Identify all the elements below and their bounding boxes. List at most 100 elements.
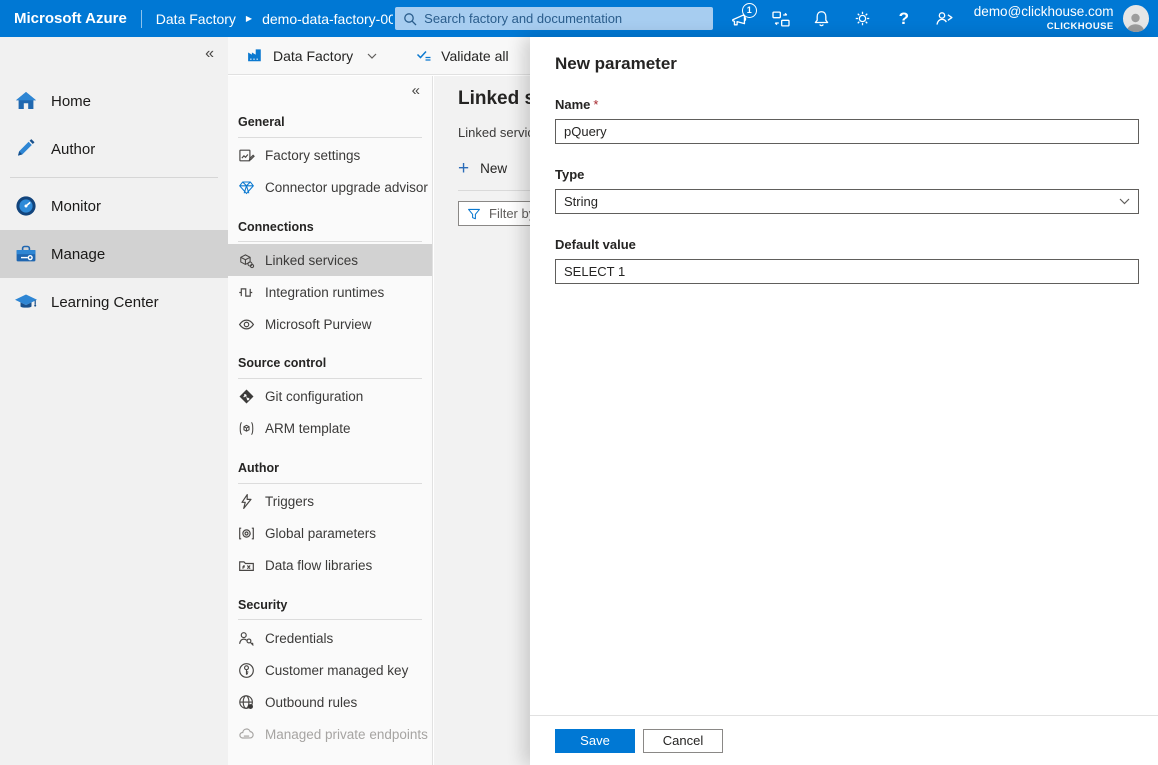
section-author: Author Triggers Global parameters Data f… (228, 457, 432, 582)
manage-nav-collapse-icon[interactable]: « (228, 76, 432, 99)
nav-item-label: Outbound rules (265, 695, 357, 710)
global-search-box[interactable] (395, 7, 713, 30)
data-flow-fx-icon (238, 557, 255, 574)
lightning-icon (238, 493, 255, 510)
nav-item-customer-managed-key[interactable]: Customer managed key (228, 654, 432, 686)
sidebar-item-home[interactable]: Home (0, 77, 228, 125)
section-header: Author (228, 457, 403, 483)
factory-selector-label: Data Factory (273, 48, 353, 64)
nav-item-label: Git configuration (265, 389, 363, 404)
nav-item-microsoft-purview[interactable]: Microsoft Purview (228, 308, 432, 340)
sidebar-item-label: Home (51, 93, 91, 110)
breadcrumb-chevron-icon: ▶ (246, 15, 252, 23)
name-label-text: Name (555, 97, 590, 112)
type-field-label: Type (555, 167, 1139, 182)
managed-key-icon (238, 662, 255, 679)
cancel-button[interactable]: Cancel (643, 729, 723, 753)
account-email: demo@clickhouse.com (974, 4, 1114, 21)
switch-view-icon (771, 9, 791, 29)
breadcrumb-factory-name[interactable]: demo-data-factory-00 (262, 11, 393, 27)
toolbox-icon (14, 242, 38, 266)
announcements-button[interactable]: 1 (729, 8, 751, 30)
sidebar-collapse-icon[interactable]: « (0, 37, 228, 65)
nav-item-integration-runtimes[interactable]: Integration runtimes (228, 276, 432, 308)
nav-item-label: ARM template (265, 421, 351, 436)
nav-item-factory-settings[interactable]: Factory settings (228, 140, 432, 172)
new-parameter-panel: New parameter Name* Type String Default … (530, 37, 1158, 765)
validate-all-button[interactable]: Validate all (415, 47, 508, 65)
section-header: Security (228, 594, 403, 620)
arm-template-icon (238, 420, 255, 437)
nav-item-arm-template[interactable]: ARM template (228, 413, 432, 445)
topbar-icons: 1 ? (729, 8, 956, 30)
nav-item-data-flow-libraries[interactable]: Data flow libraries (228, 550, 432, 582)
nav-item-outbound-rules[interactable]: Outbound rules (228, 686, 432, 718)
nav-item-triggers[interactable]: Triggers (228, 486, 432, 518)
factory-settings-icon (238, 147, 255, 164)
nav-item-connector-upgrade-advisor[interactable]: Connector upgrade advisor (228, 172, 432, 204)
sidebar-item-label: Manage (51, 246, 105, 263)
bell-icon (812, 9, 831, 28)
nav-item-label: Microsoft Purview (265, 317, 372, 332)
feedback-person-icon (935, 9, 955, 29)
nav-item-label: Customer managed key (265, 663, 408, 678)
nav-item-label: Global parameters (265, 526, 376, 541)
manage-nav: « General Factory settings Connector upg… (228, 76, 433, 765)
sidebar-item-label: Author (51, 141, 95, 158)
nav-item-managed-private-endpoints[interactable]: Managed private endpoints (228, 718, 432, 750)
nav-item-global-parameters[interactable]: Global parameters (228, 518, 432, 550)
global-parameters-icon (238, 525, 255, 542)
name-field[interactable] (555, 119, 1139, 144)
section-header: General (228, 111, 403, 137)
panel-footer: Save Cancel (530, 715, 1158, 765)
section-security: Security Credentials Customer managed ke… (228, 594, 432, 751)
sidebar-item-label: Monitor (51, 198, 101, 215)
breadcrumb-app[interactable]: Data Factory (156, 11, 236, 27)
help-button[interactable]: ? (893, 8, 915, 30)
avatar[interactable] (1123, 5, 1149, 32)
microsoft-azure-logo[interactable]: Microsoft Azure (0, 10, 127, 27)
section-general: General Factory settings Connector upgra… (228, 111, 432, 204)
nav-item-git-configuration[interactable]: Git configuration (228, 381, 432, 413)
nav-item-label: Triggers (265, 494, 314, 509)
integration-runtimes-icon (238, 284, 255, 301)
nav-item-label: Connector upgrade advisor (265, 180, 428, 195)
globe-icon (238, 694, 255, 711)
sidebar-item-label: Learning Center (51, 294, 159, 311)
type-dropdown[interactable]: String (555, 189, 1139, 214)
settings-button[interactable] (852, 8, 874, 30)
home-icon (14, 89, 38, 113)
sidebar-item-monitor[interactable]: Monitor (0, 182, 228, 230)
sidebar-item-learning-center[interactable]: Learning Center (0, 278, 228, 326)
section-source-control: Source control Git configuration ARM tem… (228, 352, 432, 445)
account-info[interactable]: demo@clickhouse.com CLICKHOUSE (974, 4, 1114, 33)
git-icon (238, 388, 255, 405)
name-field-label: Name* (555, 97, 1139, 112)
linked-services-cube-icon (238, 252, 255, 269)
sidebar-item-author[interactable]: Author (0, 125, 228, 173)
section-connections: Connections Linked services Integration … (228, 216, 432, 341)
search-icon (403, 12, 417, 26)
switch-view-button[interactable] (770, 8, 792, 30)
nav-item-credentials[interactable]: Credentials (228, 622, 432, 654)
notifications-button[interactable] (811, 8, 833, 30)
validate-all-label: Validate all (441, 48, 508, 64)
required-asterisk: * (593, 97, 598, 112)
topbar-separator (141, 10, 142, 28)
default-value-field[interactable] (555, 259, 1139, 284)
help-icon: ? (899, 9, 909, 29)
nav-item-linked-services[interactable]: Linked services (228, 244, 432, 276)
credentials-person-key-icon (238, 630, 255, 647)
nav-item-label: Linked services (265, 253, 358, 268)
feedback-button[interactable] (934, 8, 956, 30)
sidebar-divider (10, 177, 218, 178)
sidebar-item-manage[interactable]: Manage (0, 230, 228, 278)
filter-funnel-icon (467, 207, 481, 221)
search-input[interactable] (424, 11, 705, 26)
factory-selector[interactable]: Data Factory (246, 46, 377, 65)
nav-item-label: Data flow libraries (265, 558, 372, 573)
nav-item-label: Managed private endpoints (265, 727, 428, 742)
diamond-gem-icon (238, 179, 255, 196)
save-button[interactable]: Save (555, 729, 635, 753)
account-tenant: CLICKHOUSE (974, 21, 1114, 33)
